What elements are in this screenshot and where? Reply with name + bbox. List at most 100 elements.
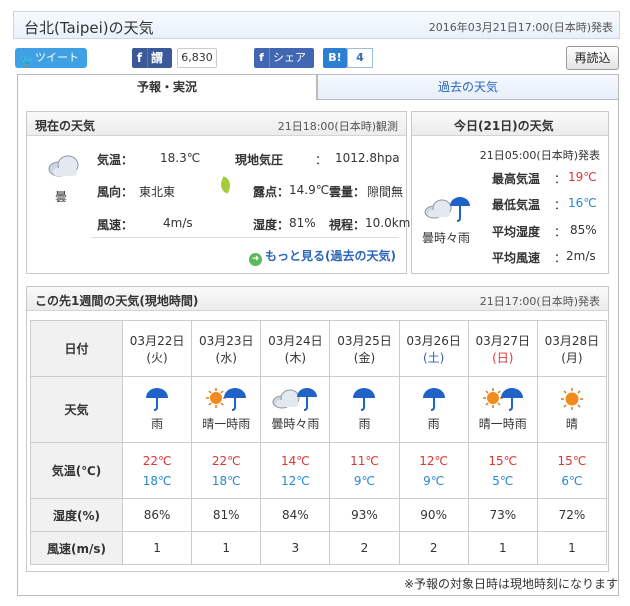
weekly-forecast-panel: この先1週間の天気(現地時間) 21日17:00(日本時)発表 日付 03月22… <box>26 286 609 572</box>
wind-cell: 1 <box>536 531 608 565</box>
weather-text: 雨 <box>151 417 164 431</box>
avg-wind-label: 平均風速 <box>492 251 541 265</box>
day-of-week: (水) <box>215 350 237 365</box>
page-title: 台北(Taipei)の天気 <box>24 19 154 37</box>
wind-cell: 1 <box>191 531 262 565</box>
date: 03月25日 <box>337 333 392 348</box>
min-temp: 9℃ <box>353 473 376 488</box>
weather-row-label: 天気 <box>30 376 123 443</box>
current-weather-header: 現在の天気 21日18:00(日本時)観測 <box>27 112 406 136</box>
temperature-cell: 22℃ 18℃ <box>191 442 262 499</box>
date-cell: 03月26日 (土) <box>398 320 469 377</box>
pressure-separator: ： <box>315 153 328 167</box>
max-temp: 15℃ <box>488 453 518 468</box>
humidity-cell: 90% <box>398 498 469 532</box>
min-temp: 18℃ <box>211 473 241 488</box>
dew-point-value: 14.9℃ <box>289 183 330 197</box>
dew-point-label: 露点： <box>253 185 290 199</box>
weather-cell: 雨 <box>398 376 469 443</box>
weather-text: 雨 <box>427 417 440 431</box>
temperature-cell: 15℃ 6℃ <box>536 442 608 499</box>
umbrella-icon <box>400 387 468 411</box>
tab-past-weather[interactable]: 過去の天気 <box>317 74 619 100</box>
max-temp: 22℃ <box>142 453 172 468</box>
current-observed-time: 21日18:00(日本時)観測 <box>277 120 398 133</box>
humidity-label: 湿度： <box>253 218 290 232</box>
footnote: ※予報の対象日時は現地時刻になります <box>403 577 618 591</box>
day-of-week: (火) <box>146 350 168 365</box>
min-temp-label: 最低気温 <box>492 198 541 212</box>
humidity-cell: 81% <box>191 498 262 532</box>
humidity-cell: 86% <box>121 498 193 532</box>
min-temp-separator: ： <box>554 198 567 212</box>
weather-text: 雨 <box>358 417 371 431</box>
date: 03月23日 <box>198 333 254 348</box>
weather-cell: 晴一時雨 <box>467 376 538 443</box>
wind-direction-icon <box>217 176 234 194</box>
avg-humidity-value: 85% <box>570 223 597 237</box>
day-of-week: (木) <box>284 350 307 365</box>
cloud-umbrella-icon <box>261 387 329 411</box>
date: 03月22日 <box>129 333 185 348</box>
arrow-right-icon: ➜ <box>249 253 263 266</box>
twitter-bird-icon: 🐦 <box>20 54 34 67</box>
weekly-forecast-title: この先1週間の天気(現地時間) <box>35 294 199 308</box>
temperature-cell: 15℃ 5℃ <box>467 442 538 499</box>
tweet-button[interactable]: 🐦 ツイート <box>15 48 87 68</box>
date-cell: 03月25日 (金) <box>329 320 400 377</box>
sun-umbrella-icon <box>192 387 260 411</box>
umbrella-icon <box>123 387 191 411</box>
tab-forecast[interactable]: 予報・実況 <box>17 74 317 100</box>
weather-text: 晴一時雨 <box>202 417 251 431</box>
today-issued-time: 21日05:00(日本時)発表 <box>479 149 600 162</box>
humidity-cell: 93% <box>329 498 400 532</box>
temperature-cell: 12℃ 9℃ <box>398 442 469 499</box>
reload-button[interactable]: 再読込 <box>566 46 619 70</box>
current-weather-panel: 現在の天気 21日18:00(日本時)観測 曇 気温： 18.3℃ 現地気圧 ：… <box>26 111 410 274</box>
cloud-cover-label: 雲量： <box>329 185 366 199</box>
share-label: シェア <box>273 51 306 64</box>
wind-cell: 2 <box>398 531 469 565</box>
cloud-icon <box>48 155 79 177</box>
temperature-label: 気温： <box>97 153 134 167</box>
max-temp: 12℃ <box>419 453 448 468</box>
facebook-like-button[interactable]: f謂 <box>132 48 172 68</box>
humidity-row-label: 湿度(%) <box>30 498 123 532</box>
weather-cell: 雨 <box>329 376 400 443</box>
avg-humidity-label: 平均湿度 <box>492 225 541 239</box>
current-condition: 曇 <box>55 190 68 204</box>
wind-speed-value: 4m/s <box>163 216 193 230</box>
max-temp: 15℃ <box>557 453 587 468</box>
pressure-label: 現地気圧 <box>235 153 284 167</box>
weather-text: 晴 <box>565 417 578 431</box>
more-past-weather-link[interactable]: ➜ もっと見る(過去の天気) <box>249 247 396 266</box>
humidity-cell: 84% <box>260 498 331 532</box>
wind-cell: 1 <box>467 531 538 565</box>
weather-cell: 晴 <box>536 376 608 443</box>
wind-speed-label: 風速： <box>97 218 134 232</box>
avg-humidity-separator: ： <box>554 225 567 239</box>
visibility-label: 視程： <box>329 218 366 232</box>
temperature-cell: 22℃ 18℃ <box>121 442 193 499</box>
min-temp: 9℃ <box>423 473 445 488</box>
weekly-issued-time: 21日17:00(日本時)発表 <box>479 295 600 308</box>
facebook-share-button[interactable]: f シェア <box>254 48 314 68</box>
humidity-cell: 72% <box>536 498 608 532</box>
hatena-bookmark-button[interactable]: B! <box>323 48 347 68</box>
weather-cell: 雨 <box>121 376 193 443</box>
wind-cell: 3 <box>260 531 331 565</box>
day-of-week: (土) <box>422 350 445 365</box>
date-cell: 03月22日 (火) <box>121 320 193 377</box>
date-cell: 03月23日 (水) <box>191 320 262 377</box>
weather-text: 曇時々雨 <box>271 417 320 431</box>
tweet-label: ツイート <box>35 51 79 64</box>
facebook-icon: f <box>254 48 270 68</box>
wind-cell: 2 <box>329 531 400 565</box>
today-weather-panel: 今日(21日)の天気 21日05:00(日本時)発表 曇時々雨 最高気温 ： 1… <box>411 111 609 274</box>
facebook-icon: f <box>132 48 148 68</box>
max-temp-label: 最高気温 <box>492 172 541 186</box>
wind-direction-value: 東北東 <box>139 185 176 199</box>
date-row: 日付 03月22日 (火) 03月23日 (水) 03月24日 (木) 03月25日 (金) 0… <box>30 320 608 377</box>
facebook-like-label: 謂 <box>151 51 164 65</box>
temperature-value: 18.3℃ <box>160 151 201 165</box>
